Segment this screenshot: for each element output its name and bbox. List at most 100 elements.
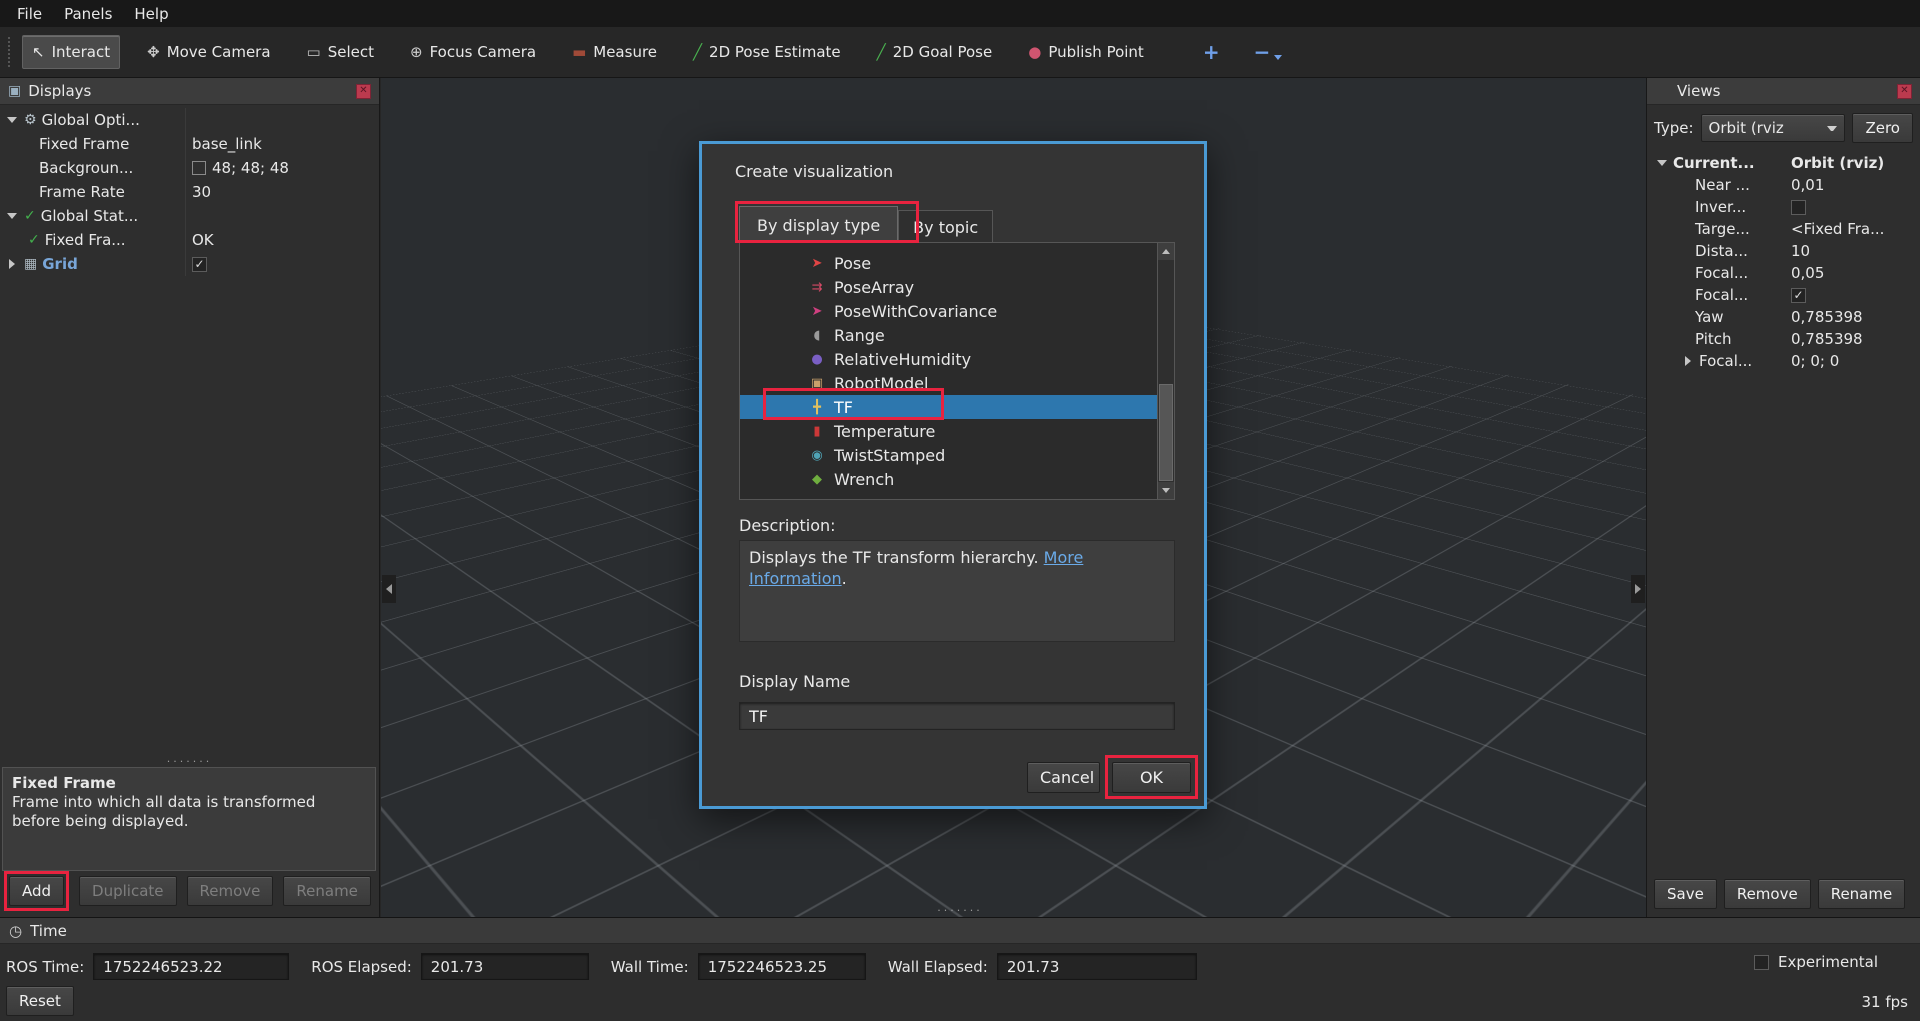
menu-help[interactable]: Help bbox=[123, 2, 179, 26]
view-row-pitch[interactable]: Pitch 0,785398 bbox=[1647, 328, 1920, 350]
close-icon[interactable] bbox=[356, 84, 371, 99]
color-swatch[interactable] bbox=[192, 161, 206, 175]
duplicate-button[interactable]: Duplicate bbox=[79, 876, 176, 906]
list-item-range[interactable]: ◖ Range bbox=[740, 323, 1174, 347]
view-type-dropdown[interactable]: Orbit (rviz bbox=[1701, 114, 1846, 142]
displays-panel-titlebar[interactable]: ▣ Displays bbox=[0, 78, 379, 105]
list-item-relativehumidity[interactable]: ● RelativeHumidity bbox=[740, 347, 1174, 371]
save-button[interactable]: Save bbox=[1654, 879, 1717, 909]
rename-button[interactable]: Rename bbox=[283, 876, 371, 906]
expander-down-icon[interactable] bbox=[1657, 160, 1667, 166]
tree-value[interactable]: 10 bbox=[1791, 242, 1810, 260]
remove-button[interactable]: Remove bbox=[1724, 879, 1811, 909]
list-item-label: RelativeHumidity bbox=[834, 350, 971, 369]
tool-publish-point[interactable]: ● Publish Point bbox=[1019, 36, 1153, 68]
view-row-near-clip[interactable]: Near ... 0,01 bbox=[1647, 174, 1920, 196]
list-item-posewithcovariance[interactable]: ➤ PoseWithCovariance bbox=[740, 299, 1174, 323]
hide-right-panel-handle[interactable] bbox=[1631, 575, 1645, 603]
view-row-invert-z[interactable]: Inver... bbox=[1647, 196, 1920, 218]
ros-time-value[interactable]: 1752246523.22 bbox=[93, 953, 289, 980]
reset-button[interactable]: Reset bbox=[6, 986, 74, 1016]
tree-row-global-status[interactable]: ✓ Global Stat... bbox=[0, 204, 379, 228]
view-row-focal-shape-fixed[interactable]: Focal... bbox=[1647, 284, 1920, 306]
scroll-down-button[interactable] bbox=[1158, 482, 1174, 499]
tree-value[interactable]: 0; 0; 0 bbox=[1791, 352, 1839, 370]
wall-elapsed-value[interactable]: 201.73 bbox=[997, 953, 1197, 980]
expander-down-icon[interactable] bbox=[7, 213, 17, 219]
tree-value[interactable]: 48; 48; 48 bbox=[212, 159, 289, 177]
scrollbar-thumb[interactable] bbox=[1159, 384, 1173, 481]
menu-panels[interactable]: Panels bbox=[53, 2, 123, 26]
tool-2d-pose-estimate[interactable]: ╱ 2D Pose Estimate bbox=[684, 36, 850, 68]
view-row-distance[interactable]: Dista... 10 bbox=[1647, 240, 1920, 262]
cancel-button[interactable]: Cancel bbox=[1027, 762, 1100, 793]
expander-down-icon[interactable] bbox=[7, 117, 17, 123]
view-row-yaw[interactable]: Yaw 0,785398 bbox=[1647, 306, 1920, 328]
grid-enabled-checkbox[interactable] bbox=[192, 257, 207, 272]
list-item-temperature[interactable]: ▮ Temperature bbox=[740, 419, 1174, 443]
view-row-focal-point[interactable]: Focal... 0; 0; 0 bbox=[1647, 350, 1920, 372]
menu-file[interactable]: File bbox=[6, 2, 53, 26]
display-type-list[interactable]: ➤ Pose ⇉ PoseArray ➤ PoseWithCovariance … bbox=[739, 242, 1175, 500]
tree-row-fixed-frame[interactable]: Fixed Frame base_link bbox=[0, 132, 379, 156]
expander-right-icon[interactable] bbox=[1685, 356, 1691, 366]
tool-move-camera[interactable]: ✥ Move Camera bbox=[138, 36, 279, 68]
add-button[interactable]: Add bbox=[9, 876, 64, 906]
tree-value[interactable]: 0,785398 bbox=[1791, 330, 1863, 348]
list-item-robotmodel[interactable]: ▣ RobotModel bbox=[740, 371, 1174, 395]
select-region-icon: ▭ bbox=[307, 45, 321, 60]
view-row-target-frame[interactable]: Targe... <Fixed Fra... bbox=[1647, 218, 1920, 240]
tool-2d-goal-pose[interactable]: ╱ 2D Goal Pose bbox=[868, 36, 1002, 68]
tree-row-global-options[interactable]: ⚙ Global Opti... bbox=[0, 108, 379, 132]
close-icon[interactable] bbox=[1897, 84, 1912, 99]
tree-row-frame-rate[interactable]: Frame Rate 30 bbox=[0, 180, 379, 204]
tab-by-topic[interactable]: By topic bbox=[898, 210, 993, 244]
tool-select[interactable]: ▭ Select bbox=[298, 36, 383, 68]
tree-row-fixed-frame-status[interactable]: ✓ Fixed Fra... OK bbox=[0, 228, 379, 252]
expander-right-icon[interactable] bbox=[9, 259, 15, 269]
toolbar-grip[interactable] bbox=[8, 37, 14, 67]
display-name-input[interactable] bbox=[739, 702, 1175, 730]
invert-z-checkbox[interactable] bbox=[1791, 200, 1806, 215]
zero-button[interactable]: Zero bbox=[1852, 113, 1913, 143]
ros-elapsed-field: ROS Elapsed: 201.73 bbox=[311, 953, 589, 980]
list-item-posearray[interactable]: ⇉ PoseArray bbox=[740, 275, 1174, 299]
tool-interact[interactable]: ↖ Interact bbox=[22, 35, 120, 69]
tool-focus-camera[interactable]: ⊕ Focus Camera bbox=[401, 36, 545, 68]
view-row-current[interactable]: Current... Orbit (rviz) bbox=[1647, 152, 1920, 174]
time-panel-splitter-handle[interactable] bbox=[0, 906, 1920, 916]
focal-fixed-checkbox[interactable] bbox=[1791, 288, 1806, 303]
tool-measure[interactable]: ▬ Measure bbox=[563, 36, 666, 68]
tree-label: Global Stat... bbox=[41, 207, 138, 225]
tree-row-grid[interactable]: ▦ Grid bbox=[0, 252, 379, 276]
list-item-twiststamped[interactable]: ◉ TwistStamped bbox=[740, 443, 1174, 467]
tree-row-background-color[interactable]: Backgroun... 48; 48; 48 bbox=[0, 156, 379, 180]
tree-value[interactable]: 0,785398 bbox=[1791, 308, 1863, 326]
remove-button[interactable]: Remove bbox=[187, 876, 274, 906]
tree-value[interactable]: base_link bbox=[192, 135, 262, 153]
tree-value[interactable]: 0,01 bbox=[1791, 176, 1824, 194]
scroll-up-button[interactable] bbox=[1158, 243, 1174, 260]
interact-cursor-icon: ↖ bbox=[32, 45, 45, 60]
ros-elapsed-value[interactable]: 201.73 bbox=[421, 953, 589, 980]
ok-button[interactable]: OK bbox=[1112, 762, 1191, 793]
experimental-checkbox[interactable] bbox=[1754, 955, 1769, 970]
help-splitter-handle[interactable] bbox=[0, 759, 379, 765]
time-panel-titlebar[interactable]: ◷ Time bbox=[0, 918, 1920, 944]
view-row-focal-shape-size[interactable]: Focal... 0,05 bbox=[1647, 262, 1920, 284]
add-tool-button[interactable]: + bbox=[1193, 38, 1230, 66]
tab-by-display-type[interactable]: By display type bbox=[739, 206, 898, 244]
tree-value[interactable]: 30 bbox=[192, 183, 211, 201]
list-item-wrench[interactable]: ◆ Wrench bbox=[740, 467, 1174, 491]
tree-label: Grid bbox=[42, 255, 78, 273]
tree-value[interactable]: <Fixed Fra... bbox=[1791, 220, 1884, 238]
wall-time-value[interactable]: 1752246523.25 bbox=[698, 953, 866, 980]
rename-button[interactable]: Rename bbox=[1818, 879, 1906, 909]
list-scrollbar[interactable] bbox=[1157, 243, 1174, 499]
remove-tool-button[interactable]: − bbox=[1244, 38, 1293, 66]
hide-left-panel-handle[interactable] bbox=[382, 575, 396, 603]
views-panel-titlebar[interactable]: Views bbox=[1647, 78, 1920, 105]
tree-value[interactable]: 0,05 bbox=[1791, 264, 1824, 282]
list-item-pose[interactable]: ➤ Pose bbox=[740, 251, 1174, 275]
list-item-tf[interactable]: ╋ TF bbox=[740, 395, 1174, 419]
